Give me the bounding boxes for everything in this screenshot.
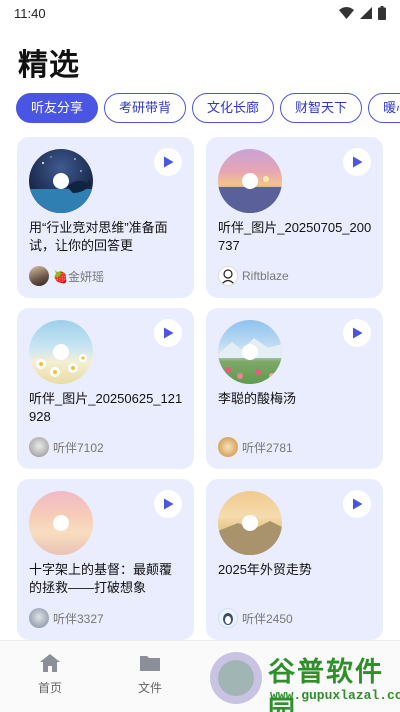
wifi-icon xyxy=(339,7,354,19)
status-time: 11:40 xyxy=(14,5,46,21)
card-author: 听伴3327 xyxy=(29,608,104,628)
category-tabs: 听友分享考研带背文化长廊财智天下暖心· xyxy=(16,93,400,124)
watermark-logo xyxy=(210,652,262,704)
page-title: 精选 xyxy=(18,49,80,82)
play-button[interactable] xyxy=(154,148,182,176)
play-icon xyxy=(352,498,362,510)
card-title: 2025年外贸走势 xyxy=(218,562,312,577)
card-author: Riftblaze xyxy=(218,266,289,286)
cover-disc xyxy=(29,491,93,555)
card-title: 听伴_图片_20250625_121928 xyxy=(29,391,183,424)
home-icon xyxy=(40,654,60,672)
tab-2[interactable]: 文化长廊 xyxy=(192,93,275,123)
nav-files[interactable]: 文件 xyxy=(120,653,180,696)
nav-home[interactable]: 首页 xyxy=(20,653,80,696)
card-0[interactable]: 用“行业竞对思维”准备面试，让你的回答更 🍓金妍瑶 xyxy=(17,137,194,298)
avatar xyxy=(218,437,238,457)
avatar xyxy=(29,266,49,286)
cover-disc xyxy=(29,320,93,384)
card-title: 用“行业竞对思维”准备面试，让你的回答更 xyxy=(29,220,168,253)
signal-icon xyxy=(360,7,372,19)
tab-1[interactable]: 考研带背 xyxy=(104,93,187,123)
card-title: 李聪的酸梅汤 xyxy=(218,391,297,406)
nav-home-label: 首页 xyxy=(37,681,62,695)
status-bar: 11:40 xyxy=(0,0,400,26)
author-name: 听伴7102 xyxy=(53,440,104,455)
play-button[interactable] xyxy=(154,490,182,518)
play-button[interactable] xyxy=(343,490,371,518)
author-name: 听伴2781 xyxy=(242,440,293,455)
avatar xyxy=(29,437,49,457)
card-author: 听伴7102 xyxy=(29,437,104,457)
watermark: 谷普软件园 www.gupuxlazal.com xyxy=(208,648,400,712)
author-name: 听伴2450 xyxy=(242,611,293,626)
nav-files-label: 文件 xyxy=(137,681,162,695)
card-title: 十字架上的基督：最颠覆的拯救——打破想象 xyxy=(29,562,173,595)
play-button[interactable] xyxy=(343,148,371,176)
tab-4[interactable]: 暖心· xyxy=(368,93,400,123)
play-icon xyxy=(163,327,173,339)
card-4[interactable]: 十字架上的基督：最颠覆的拯救——打破想象 听伴3327 xyxy=(17,479,194,640)
cover-disc xyxy=(218,149,282,213)
card-author: 听伴2450 xyxy=(218,608,293,628)
play-button[interactable] xyxy=(154,319,182,347)
author-name: 🍓金妍瑶 xyxy=(53,269,104,284)
play-icon xyxy=(163,498,173,510)
play-icon xyxy=(352,156,362,168)
play-icon xyxy=(163,156,173,168)
card-5[interactable]: 2025年外贸走势 听伴2450 xyxy=(206,479,383,640)
card-title: 听伴_图片_20250705_200737 xyxy=(218,220,372,253)
cover-disc xyxy=(29,149,93,213)
card-3[interactable]: 李聪的酸梅汤 听伴2781 xyxy=(206,308,383,469)
card-author: 🍓金妍瑶 xyxy=(29,266,104,286)
card-author: 听伴2781 xyxy=(218,437,293,457)
cover-disc xyxy=(218,491,282,555)
play-icon xyxy=(352,327,362,339)
author-name: 听伴3327 xyxy=(53,611,104,626)
tab-0[interactable]: 听友分享 xyxy=(16,93,99,123)
avatar xyxy=(218,266,238,286)
avatar xyxy=(29,608,49,628)
card-1[interactable]: 听伴_图片_20250705_200737 Riftblaze xyxy=(206,137,383,298)
watermark-url: www.gupuxlazal.com xyxy=(270,688,400,703)
author-name: Riftblaze xyxy=(242,269,289,283)
folder-icon xyxy=(140,656,160,671)
cover-disc xyxy=(218,320,282,384)
status-icons xyxy=(339,6,386,20)
play-button[interactable] xyxy=(343,319,371,347)
card-2[interactable]: 听伴_图片_20250625_121928 听伴7102 xyxy=(17,308,194,469)
tab-3[interactable]: 财智天下 xyxy=(280,93,363,123)
avatar xyxy=(218,608,238,628)
battery-icon xyxy=(378,6,386,20)
